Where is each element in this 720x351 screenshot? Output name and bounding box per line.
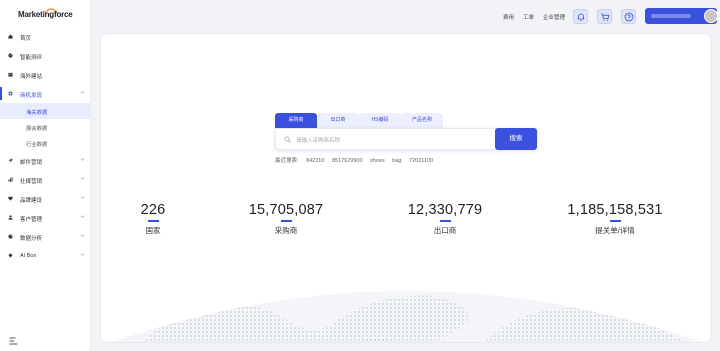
sidebar-item-customers[interactable]: 客户管理 bbox=[0, 208, 91, 227]
stat-buyers: 15,705,087 采购商 bbox=[236, 202, 336, 236]
cart-button[interactable] bbox=[597, 9, 612, 24]
notification-button[interactable] bbox=[573, 9, 588, 24]
collapse-sidebar-icon[interactable] bbox=[9, 337, 18, 345]
chevron-down-icon bbox=[80, 177, 85, 180]
stat-label: 提关单/详情 bbox=[595, 226, 635, 235]
chevron-down-icon bbox=[80, 196, 85, 199]
sidebar-item-label: 智能测评 bbox=[20, 54, 43, 61]
help-icon bbox=[624, 12, 634, 22]
sidebar-item-label: 客户管理 bbox=[20, 216, 43, 223]
sidebar-item-label: 首页 bbox=[20, 35, 32, 42]
recent-search-term[interactable]: 72021100 bbox=[409, 158, 433, 164]
main-card: 采购商 出口商 HS编码 产品名称 请输入采购商名称 搜索 最近搜索: 8423… bbox=[100, 33, 712, 343]
user-name-redacted bbox=[651, 14, 691, 18]
sidebar-subitem-label: 展会数据 bbox=[26, 126, 48, 132]
stat-value: 1,185,158,531 bbox=[567, 202, 663, 218]
sidebar-item-aibox[interactable]: AI Box bbox=[0, 246, 91, 265]
top-header: 费用 工单 企业管理 bbox=[91, 0, 720, 31]
sidebar-item-label: 数据分析 bbox=[20, 235, 43, 242]
chevron-down-icon bbox=[80, 234, 85, 237]
recent-search-term[interactable]: 842310 bbox=[306, 158, 324, 164]
home-icon bbox=[8, 34, 13, 39]
stat-exporters: 12,330,779 出口商 bbox=[395, 202, 495, 236]
site-icon bbox=[8, 72, 13, 77]
sidebar-item-label: AI Box bbox=[20, 252, 37, 259]
avatar[interactable] bbox=[704, 9, 718, 23]
recent-search-term[interactable]: shoes bbox=[370, 158, 385, 164]
logo[interactable]: Marketingforce bbox=[18, 7, 73, 23]
sidebar-item-label: 社媒营销 bbox=[20, 178, 43, 185]
sidebar-item-assessment[interactable]: 智能测评 bbox=[0, 46, 91, 65]
stat-underline bbox=[439, 220, 451, 222]
stat-label: 采购商 bbox=[274, 226, 298, 235]
globe-decoration bbox=[112, 291, 702, 342]
recent-searches: 最近搜索: 842310 8517629900 shoes bag 720211… bbox=[275, 156, 439, 164]
stat-value: 15,705,087 bbox=[248, 202, 324, 218]
header-link-billing[interactable]: 费用 bbox=[503, 13, 514, 21]
stat-underline bbox=[280, 220, 292, 222]
search-icon bbox=[284, 136, 291, 143]
stat-value: 12,330,779 bbox=[407, 202, 483, 218]
pie-icon bbox=[8, 234, 13, 239]
sidebar-item-label: 海外建站 bbox=[20, 73, 43, 80]
logo-text: Marketingforce bbox=[18, 10, 73, 19]
tab-hs-code[interactable]: HS编码 bbox=[359, 113, 401, 128]
sidebar-subitem-customs[interactable]: 海关数据 bbox=[0, 103, 91, 119]
tab-product-name[interactable]: 产品名称 bbox=[401, 113, 443, 128]
sidebar-item-analytics[interactable]: 数据分析 bbox=[0, 227, 91, 246]
help-button[interactable] bbox=[621, 9, 636, 24]
gauge-icon bbox=[8, 53, 13, 58]
cart-icon bbox=[601, 13, 610, 21]
sidebar-nav: 首页 智能测评 海外建站 商机发现 海关数据 展会数据 行业数据 邮件营销 社媒… bbox=[0, 27, 91, 265]
sidebar-item-social[interactable]: 社媒营销 bbox=[0, 170, 91, 189]
chevron-up-icon bbox=[80, 91, 85, 94]
sidebar-item-opportunity[interactable]: 商机发现 bbox=[0, 84, 91, 103]
sidebar-subitem-exhibition[interactable]: 展会数据 bbox=[0, 119, 91, 135]
chevron-down-icon bbox=[80, 253, 85, 256]
sidebar-item-site[interactable]: 海外建站 bbox=[0, 65, 91, 84]
header-link-enterprise[interactable]: 企业管理 bbox=[543, 13, 565, 21]
search-tabs: 采购商 出口商 HS编码 产品名称 bbox=[275, 113, 443, 129]
recent-searches-label: 最近搜索: bbox=[275, 158, 299, 164]
search-button[interactable]: 搜索 bbox=[495, 128, 537, 150]
header-link-tickets[interactable]: 工单 bbox=[523, 13, 534, 21]
tab-exporters[interactable]: 出口商 bbox=[317, 113, 359, 128]
sidebar-item-label: 邮件营销 bbox=[20, 159, 43, 166]
sidebar-subitem-label: 行业数据 bbox=[26, 142, 48, 148]
tab-buyers[interactable]: 采购商 bbox=[275, 113, 317, 128]
sidebar: Marketingforce 首页 智能测评 海外建站 商机发现 海关数据 展会… bbox=[0, 0, 91, 351]
stat-label: 出口商 bbox=[433, 226, 457, 235]
chip-icon bbox=[8, 91, 13, 96]
sidebar-item-label: 品牌建设 bbox=[20, 197, 43, 204]
recent-search-term[interactable]: bag bbox=[392, 158, 401, 164]
stat-underline bbox=[147, 220, 159, 222]
sidebar-item-label: 商机发现 bbox=[20, 92, 43, 99]
sidebar-subitem-industry[interactable]: 行业数据 bbox=[0, 135, 91, 151]
stat-countries: 226 国家 bbox=[129, 202, 177, 236]
stat-bills: 1,185,158,531 提关单/详情 bbox=[553, 202, 677, 236]
bell-icon bbox=[577, 13, 585, 21]
stat-value: 226 bbox=[140, 202, 166, 218]
stat-label: 国家 bbox=[145, 226, 161, 235]
bar-chart-icon bbox=[8, 177, 13, 182]
recent-search-term[interactable]: 8517629900 bbox=[332, 158, 363, 164]
search-placeholder: 请输入采购商名称 bbox=[296, 138, 341, 144]
sidebar-item-email[interactable]: 邮件营销 bbox=[0, 151, 91, 170]
stat-underline bbox=[609, 220, 621, 222]
user-menu[interactable] bbox=[645, 8, 718, 24]
heart-icon bbox=[8, 196, 13, 201]
chevron-down-icon bbox=[80, 158, 85, 161]
sidebar-item-home[interactable]: 首页 bbox=[0, 27, 91, 46]
sidebar-subitem-label: 海关数据 bbox=[26, 110, 48, 116]
user-icon bbox=[8, 215, 13, 220]
sidebar-item-brand[interactable]: 品牌建设 bbox=[0, 189, 91, 208]
send-icon bbox=[8, 158, 13, 163]
chevron-down-icon bbox=[80, 215, 85, 218]
ai-icon bbox=[8, 253, 13, 258]
